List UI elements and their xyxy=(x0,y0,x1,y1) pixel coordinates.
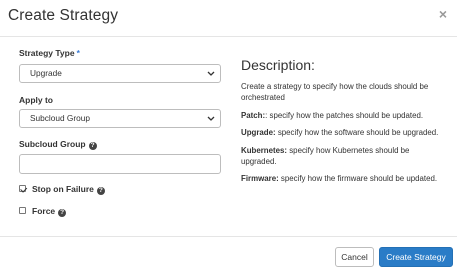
force-label: Force? xyxy=(32,206,67,217)
description-text: specify how the firmware should be updat… xyxy=(278,174,438,184)
modal-title: Create Strategy xyxy=(8,7,119,24)
close-icon[interactable]: × xyxy=(437,7,449,21)
description-term: Firmware: xyxy=(241,174,279,184)
description-panel: Description: Create a strategy to specif… xyxy=(241,57,446,191)
description-text: : specify how the patches should be upda… xyxy=(265,110,424,120)
force-checkbox[interactable] xyxy=(19,207,26,214)
force-label-text: Force xyxy=(32,206,56,216)
subcloud-group-input[interactable] xyxy=(19,154,221,174)
description-term: Patch: xyxy=(241,110,266,120)
subcloud-group-label: Subcloud Group? xyxy=(19,139,97,150)
description-term: Upgrade: xyxy=(241,128,276,138)
required-marker: * xyxy=(76,48,80,58)
question-circle-icon[interactable]: ? xyxy=(58,209,67,217)
description-text: specify how the software should be upgra… xyxy=(275,128,439,138)
question-circle-icon[interactable]: ? xyxy=(96,187,105,195)
strategy-type-select[interactable]: Upgrade xyxy=(19,64,221,83)
description-title: Description: xyxy=(241,57,315,73)
stop-on-failure-checkbox[interactable] xyxy=(19,185,26,192)
chevron-down-icon xyxy=(207,71,215,76)
description-item-kubernetes: Kubernetes: specify how Kubernetes shoul… xyxy=(241,145,446,168)
description-item-upgrade: Upgrade: specify how the software should… xyxy=(241,127,446,138)
apply-to-label: Apply to xyxy=(19,95,53,105)
strategy-type-label-text: Strategy Type xyxy=(19,48,75,58)
strategy-type-label: Strategy Type * xyxy=(19,48,80,58)
create-strategy-button[interactable]: Create Strategy xyxy=(379,247,453,267)
modal-header: Create Strategy × xyxy=(0,0,457,37)
description-term: Kubernetes: xyxy=(241,145,288,155)
cancel-button[interactable]: Cancel xyxy=(335,247,374,267)
strategy-type-value: Upgrade xyxy=(30,68,62,78)
modal-footer: Cancel Create Strategy xyxy=(0,236,457,275)
stop-on-failure-label: Stop on Failure? xyxy=(32,184,105,195)
description-item-firmware: Firmware: specify how the firmware shoul… xyxy=(241,173,446,184)
description-intro: Create a strategy to specify how the clo… xyxy=(241,82,429,103)
apply-to-select[interactable]: Subcloud Group xyxy=(19,109,221,128)
apply-to-value: Subcloud Group xyxy=(30,113,90,123)
stop-on-failure-label-text: Stop on Failure xyxy=(32,184,94,194)
description-item-patch: Patch:: specify how the patches should b… xyxy=(241,110,446,121)
question-circle-icon[interactable]: ? xyxy=(88,142,97,150)
chevron-down-icon xyxy=(207,116,215,121)
subcloud-group-label-text: Subcloud Group xyxy=(19,139,86,149)
